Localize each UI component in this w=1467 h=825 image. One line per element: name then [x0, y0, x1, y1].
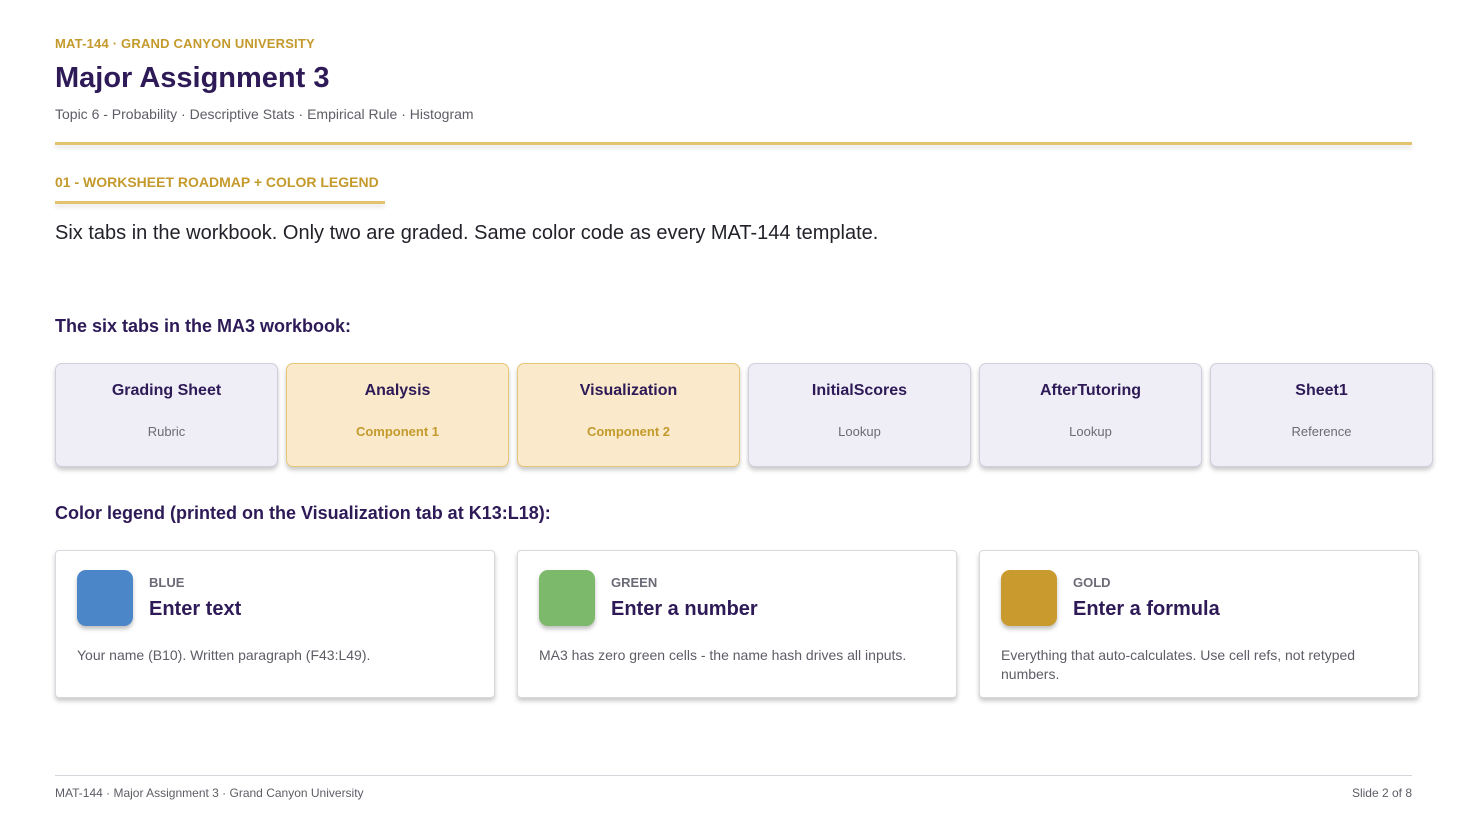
legend-action: Enter text: [149, 598, 242, 620]
legend-heading: Color legend (printed on the Visualizati…: [55, 503, 551, 523]
tab-name: InitialScores: [811, 382, 908, 399]
tab-card-grading-sheet: Grading Sheet Rubric: [55, 363, 278, 467]
section-label: 01 - WORKSHEET ROADMAP + COLOR LEGEND: [55, 174, 379, 190]
gold-swatch: [1001, 570, 1057, 626]
legend-key: GOLD: [1073, 575, 1111, 590]
color-legend: BLUE Enter text Your name (B10). Written…: [55, 550, 1419, 698]
tab-role: Component 2: [586, 424, 671, 439]
legend-action: Enter a number: [611, 598, 758, 620]
tab-name: Analysis: [364, 382, 431, 399]
tab-role: Lookup: [1069, 424, 1112, 439]
legend-card-gold: GOLD Enter a formula Everything that aut…: [979, 550, 1419, 698]
blue-swatch: [77, 570, 133, 626]
slide-number: Slide 2 of 8: [1351, 786, 1412, 800]
tab-role: Component 1: [355, 424, 440, 439]
legend-key: BLUE: [149, 575, 185, 590]
slide: MAT-144 · GRAND CANYON UNIVERSITY Major …: [0, 0, 1467, 825]
legend-key: GREEN: [611, 575, 658, 590]
tab-name: AfterTutoring: [1039, 382, 1141, 399]
header-divider: [55, 142, 1412, 145]
legend-description: MA3 has zero green cells - the name hash…: [539, 647, 907, 663]
legend-description: Everything that auto-calculates. Use cel…: [1001, 647, 1356, 682]
tab-name: Visualization: [579, 382, 678, 399]
section-lead: Six tabs in the workbook. Only two are g…: [55, 222, 879, 244]
tab-card-sheet1: Sheet1 Reference: [1210, 363, 1433, 467]
tabs-heading: The six tabs in the MA3 workbook:: [55, 316, 352, 336]
tab-role: Rubric: [147, 424, 186, 439]
tab-name: Sheet1: [1295, 382, 1348, 399]
section-underline: [55, 201, 385, 204]
tab-card-visualization: Visualization Component 2: [517, 363, 740, 467]
legend-description: Your name (B10). Written paragraph (F43:…: [77, 647, 371, 663]
workbook-tabs: Grading Sheet Rubric Analysis Component …: [55, 363, 1433, 467]
tab-name: Grading Sheet: [111, 382, 222, 399]
footer-credit: MAT-144 · Major Assignment 3 · Grand Can…: [55, 786, 364, 800]
course-eyebrow: MAT-144 · GRAND CANYON UNIVERSITY: [55, 36, 315, 51]
green-swatch: [539, 570, 595, 626]
page-title: Major Assignment 3: [55, 62, 330, 94]
page-subtitle: Topic 6 - Probability · Descriptive Stat…: [55, 106, 474, 122]
tab-role: Reference: [1291, 424, 1352, 439]
legend-card-blue: BLUE Enter text Your name (B10). Written…: [55, 550, 495, 698]
legend-card-green: GREEN Enter a number MA3 has zero green …: [517, 550, 957, 698]
footer-divider: [55, 775, 1412, 776]
tab-card-analysis: Analysis Component 1: [286, 363, 509, 467]
tab-card-aftertutoring: AfterTutoring Lookup: [979, 363, 1202, 467]
tab-role: Lookup: [838, 424, 881, 439]
legend-action: Enter a formula: [1073, 598, 1220, 620]
tab-card-initialscores: InitialScores Lookup: [748, 363, 971, 467]
